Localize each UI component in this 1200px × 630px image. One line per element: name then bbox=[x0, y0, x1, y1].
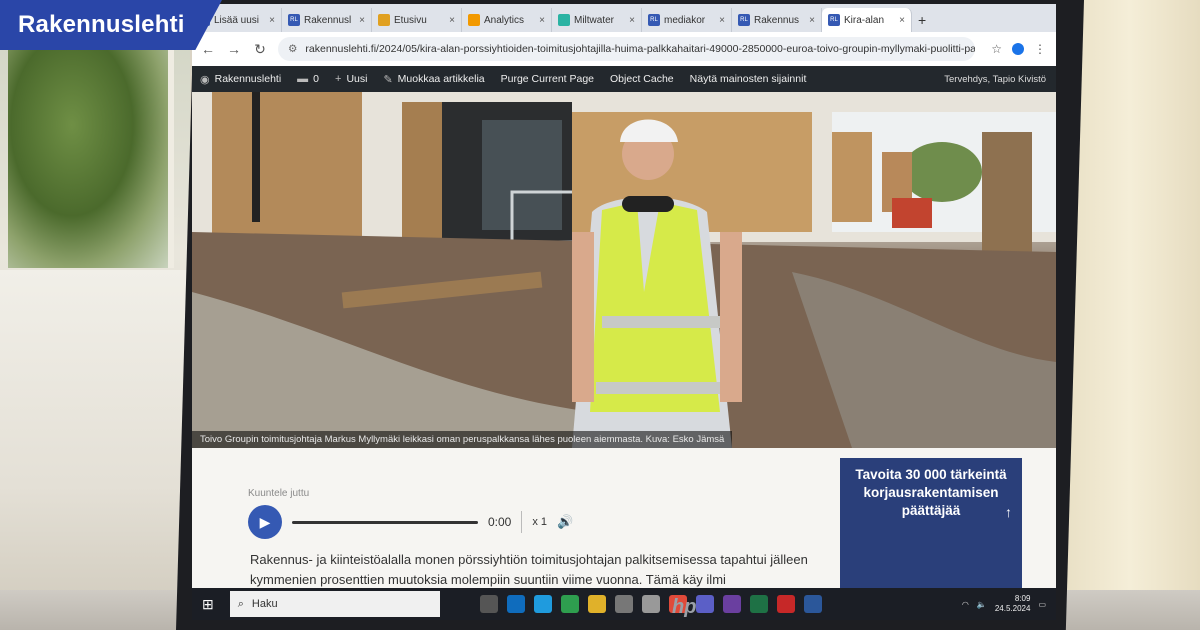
premiere-icon[interactable] bbox=[722, 595, 741, 613]
app-icon[interactable] bbox=[641, 595, 660, 613]
listen-label: Kuuntele juttu bbox=[248, 488, 310, 499]
close-icon[interactable]: × bbox=[899, 15, 905, 26]
room-background-left bbox=[0, 0, 190, 630]
rl-favicon-icon: RL bbox=[288, 14, 300, 26]
wp-admin-bar: ◉ Rakennuslehti ▬ 0 + Uusi ✎ Muokkaa artikke… bbox=[192, 66, 1056, 92]
browser-toolbar: ← → ↻ ⚙ rakennuslehti.fi/2024/05/kira-al… bbox=[192, 32, 1056, 66]
analytics-favicon-icon bbox=[468, 14, 480, 26]
teams-icon[interactable] bbox=[695, 595, 714, 613]
file-explorer-icon[interactable] bbox=[587, 595, 606, 613]
acrobat-icon[interactable] bbox=[776, 595, 795, 613]
audio-progress-bar[interactable] bbox=[292, 520, 478, 524]
browser-tab-active[interactable]: RL Kira-alan × bbox=[822, 8, 912, 32]
audio-player: ▶ 0:00 x 1 🔊 bbox=[248, 504, 608, 540]
speed-toggle[interactable]: x 1 bbox=[532, 516, 547, 528]
window-view bbox=[8, 48, 174, 268]
player-divider bbox=[521, 511, 523, 533]
close-icon[interactable]: × bbox=[629, 15, 635, 26]
speaker-icon[interactable]: 🔈 bbox=[977, 600, 987, 609]
ad-banner[interactable]: Tavoita 30 000 tärkeintä korjausrakentam… bbox=[840, 458, 1022, 598]
wifi-icon[interactable]: ◠ bbox=[962, 600, 969, 609]
browser-tab-bar: RLLisää uusi× RLRakennusl× Etusivu× Anal… bbox=[192, 4, 1056, 32]
edge-icon[interactable] bbox=[533, 595, 552, 613]
close-icon[interactable]: × bbox=[539, 15, 545, 26]
taskbar-apps bbox=[479, 595, 822, 613]
audio-time: 0:00 bbox=[488, 515, 512, 529]
ad-text: Tavoita 30 000 tärkeintä korjausrakentam… bbox=[855, 467, 1007, 518]
hp-logo-icon: hp bbox=[672, 596, 697, 618]
browser-tab[interactable]: RL Rakennusl × bbox=[282, 8, 372, 32]
browser-tab[interactable]: Analytics × bbox=[462, 8, 552, 32]
url-bar[interactable]: ⚙ rakennuslehti.fi/2024/05/kira-alan-por… bbox=[278, 37, 976, 61]
browser-tab[interactable]: Etusivu × bbox=[372, 8, 462, 32]
brand-badge-text: Rakennuslehti bbox=[18, 11, 185, 38]
system-tray: ◠ 🔈 8:09 24.5.2024 ▭ bbox=[962, 594, 1056, 614]
menu-kebab-icon[interactable]: ⋮ bbox=[1034, 42, 1046, 56]
site-info-icon[interactable]: ⚙ bbox=[288, 43, 297, 55]
wp-user-greeting[interactable]: Tervehdys, Tapio Kivistö bbox=[944, 74, 1056, 85]
reload-icon[interactable]: ↻ bbox=[252, 41, 268, 58]
taskbar-clock[interactable]: 8:09 24.5.2024 bbox=[995, 594, 1031, 614]
close-icon[interactable]: × bbox=[809, 15, 815, 26]
word-icon[interactable] bbox=[803, 595, 822, 613]
outlook-icon[interactable] bbox=[506, 595, 525, 613]
rl-favicon-icon: RL bbox=[648, 14, 660, 26]
windows-start-icon[interactable]: ⊞ bbox=[202, 596, 214, 613]
scroll-up-icon[interactable]: ↑ bbox=[1005, 504, 1012, 520]
close-icon[interactable]: × bbox=[719, 15, 725, 26]
windows-taskbar: ⊞ ⌕ Haku ◠ 🔈 8:09 24.5.2024 ▭ bbox=[192, 588, 1056, 620]
notifications-icon[interactable]: ▭ bbox=[1038, 600, 1046, 609]
forward-icon[interactable]: → bbox=[226, 41, 242, 57]
rl-favicon-icon: RL bbox=[738, 14, 750, 26]
url-text: rakennuslehti.fi/2024/05/kira-alan-porss… bbox=[305, 43, 976, 55]
taskbar-search-placeholder: Haku bbox=[251, 598, 278, 610]
close-icon[interactable]: × bbox=[449, 15, 455, 26]
dashboard-icon: ◉ bbox=[200, 73, 210, 86]
taskbar-search[interactable]: ⌕ Haku bbox=[229, 591, 440, 617]
browser-tab[interactable]: RL Rakennus × bbox=[732, 8, 822, 32]
browser-tab[interactable]: RL mediakor × bbox=[642, 8, 732, 32]
app-icon[interactable] bbox=[614, 595, 633, 613]
wp-object-cache-link[interactable]: Object Cache bbox=[610, 73, 674, 85]
task-view-icon[interactable] bbox=[479, 595, 498, 613]
wp-site-link[interactable]: ◉ Rakennuslehti bbox=[200, 73, 281, 86]
meltwater-favicon-icon bbox=[558, 14, 570, 26]
pencil-icon: ✎ bbox=[383, 73, 393, 86]
window-sill bbox=[0, 270, 190, 630]
comment-icon: ▬ bbox=[297, 73, 309, 85]
excel-icon[interactable] bbox=[749, 595, 768, 613]
brand-badge: Rakennuslehti bbox=[0, 0, 222, 50]
wp-edit-article-link[interactable]: ✎ Muokkaa artikkelia bbox=[383, 73, 484, 86]
wp-purge-link[interactable]: Purge Current Page bbox=[501, 73, 594, 85]
rl-favicon-icon: RL bbox=[828, 14, 840, 26]
play-button[interactable]: ▶ bbox=[248, 505, 282, 539]
article-lead-line: Rakennus- ja kiinteistöalalla monen pörs… bbox=[250, 552, 808, 567]
wp-new-link[interactable]: + Uusi bbox=[335, 73, 367, 85]
new-tab-button[interactable]: + bbox=[918, 8, 926, 32]
construction-site-photo bbox=[192, 92, 1056, 448]
planner-icon[interactable] bbox=[560, 595, 579, 613]
plus-icon: + bbox=[335, 73, 342, 85]
wp-show-ads-link[interactable]: Näytä mainosten sijainnit bbox=[690, 73, 807, 85]
back-icon[interactable]: ← bbox=[200, 41, 216, 57]
bookmark-star-icon[interactable]: ☆ bbox=[991, 42, 1002, 56]
hero-photo: Toivo Groupin toimitusjohtaja Markus Myl… bbox=[192, 92, 1056, 448]
wp-comments-link[interactable]: ▬ 0 bbox=[297, 73, 319, 85]
close-icon[interactable]: × bbox=[269, 15, 275, 26]
volume-icon[interactable]: 🔊 bbox=[557, 514, 573, 530]
folder-favicon-icon bbox=[378, 14, 390, 26]
browser-tab[interactable]: Miltwater × bbox=[552, 8, 642, 32]
laptop-screen: RLLisää uusi× RLRakennusl× Etusivu× Anal… bbox=[192, 4, 1056, 620]
profile-avatar[interactable] bbox=[1012, 43, 1024, 55]
search-icon: ⌕ bbox=[237, 597, 244, 610]
article-body: Kuuntele juttu ▶ 0:00 x 1 🔊 Rakennus- ja… bbox=[192, 448, 1056, 607]
hero-caption: Toivo Groupin toimitusjohtaja Markus Myl… bbox=[192, 431, 733, 448]
close-icon[interactable]: × bbox=[359, 15, 365, 26]
